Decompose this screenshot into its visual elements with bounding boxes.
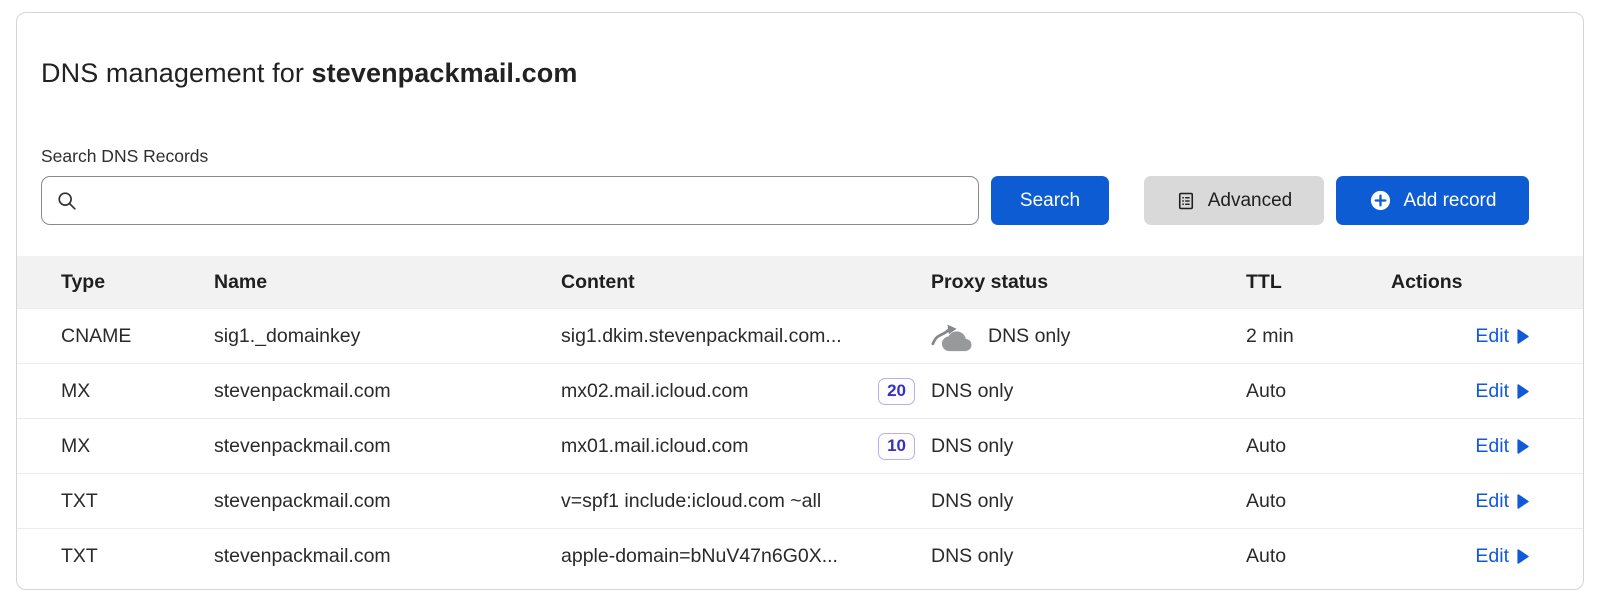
column-header-ttl: TTL xyxy=(1246,271,1391,294)
record-content: sig1.dkim.stevenpackmail.com... xyxy=(561,325,842,348)
table-row: CNAME sig1._domainkey sig1.dkim.stevenpa… xyxy=(17,308,1583,363)
search-box[interactable] xyxy=(41,176,979,225)
record-content: mx02.mail.icloud.com xyxy=(561,380,748,403)
dns-management-card: DNS management for stevenpackmail.com Se… xyxy=(16,12,1584,590)
record-ttl: Auto xyxy=(1246,545,1391,568)
search-input[interactable] xyxy=(88,190,964,211)
add-record-button[interactable]: Add record xyxy=(1336,176,1529,225)
record-type: TXT xyxy=(61,490,214,513)
advanced-button[interactable]: Advanced xyxy=(1144,176,1324,225)
page-title-domain: stevenpackmail.com xyxy=(312,58,578,88)
column-header-type: Type xyxy=(61,271,214,294)
record-content: v=spf1 include:icloud.com ~all xyxy=(561,490,821,513)
search-controls: Search Advanced Add record xyxy=(41,176,1529,225)
right-triangle-icon xyxy=(1516,494,1529,509)
add-record-button-label: Add record xyxy=(1404,190,1497,212)
proxy-status-label: DNS only xyxy=(931,380,1013,403)
search-button[interactable]: Search xyxy=(991,176,1109,225)
record-ttl: Auto xyxy=(1246,435,1391,458)
list-document-icon xyxy=(1176,191,1196,211)
edit-label: Edit xyxy=(1475,435,1509,458)
record-type: CNAME xyxy=(61,325,214,348)
edit-label: Edit xyxy=(1475,490,1509,513)
table-row: MX stevenpackmail.com mx01.mail.icloud.c… xyxy=(17,418,1583,473)
table-row: TXT stevenpackmail.com apple-domain=bNuV… xyxy=(17,528,1583,583)
page-title-prefix: DNS management for xyxy=(41,58,312,88)
record-name: stevenpackmail.com xyxy=(214,380,561,403)
dns-records-table: Type Name Content Proxy status TTL Actio… xyxy=(17,256,1583,583)
table-row: TXT stevenpackmail.com v=spf1 include:ic… xyxy=(17,473,1583,528)
edit-record-button[interactable]: Edit xyxy=(1475,380,1529,403)
advanced-button-label: Advanced xyxy=(1208,190,1293,212)
mx-priority-badge: 10 xyxy=(878,433,915,460)
plus-circle-icon xyxy=(1369,189,1392,212)
column-header-actions: Actions xyxy=(1391,271,1529,294)
edit-record-button[interactable]: Edit xyxy=(1475,435,1529,458)
column-header-proxy-status: Proxy status xyxy=(931,271,1246,294)
proxy-status-label: DNS only xyxy=(931,490,1013,513)
proxy-status-label: DNS only xyxy=(931,435,1013,458)
record-content: apple-domain=bNuV47n6G0X... xyxy=(561,545,838,568)
record-name: sig1._domainkey xyxy=(214,325,561,348)
column-header-content: Content xyxy=(561,271,931,294)
record-content: mx01.mail.icloud.com xyxy=(561,435,748,458)
record-type: MX xyxy=(61,435,214,458)
record-name: stevenpackmail.com xyxy=(214,490,561,513)
edit-record-button[interactable]: Edit xyxy=(1475,490,1529,513)
table-header-row: Type Name Content Proxy status TTL Actio… xyxy=(17,256,1583,308)
record-type: MX xyxy=(61,380,214,403)
edit-label: Edit xyxy=(1475,380,1509,403)
record-ttl: 2 min xyxy=(1246,325,1391,348)
right-triangle-icon xyxy=(1516,439,1529,454)
magnifier-icon xyxy=(56,190,78,212)
record-type: TXT xyxy=(61,545,214,568)
table-row: MX stevenpackmail.com mx02.mail.icloud.c… xyxy=(17,363,1583,418)
page-title: DNS management for stevenpackmail.com xyxy=(41,57,1559,89)
right-triangle-icon xyxy=(1516,549,1529,564)
right-triangle-icon xyxy=(1516,329,1529,344)
cloud-shape xyxy=(942,331,972,351)
search-label: Search DNS Records xyxy=(41,145,1559,167)
edit-record-button[interactable]: Edit xyxy=(1475,545,1529,568)
mx-priority-badge: 20 xyxy=(878,378,915,405)
record-ttl: Auto xyxy=(1246,380,1391,403)
proxy-status-label: DNS only xyxy=(931,545,1013,568)
record-name: stevenpackmail.com xyxy=(214,435,561,458)
column-header-name: Name xyxy=(214,271,561,294)
edit-label: Edit xyxy=(1475,545,1509,568)
edit-record-button[interactable]: Edit xyxy=(1475,325,1529,348)
gray-cloud-arrow-icon xyxy=(931,321,973,352)
record-ttl: Auto xyxy=(1246,490,1391,513)
right-triangle-icon xyxy=(1516,384,1529,399)
edit-label: Edit xyxy=(1475,325,1509,348)
record-name: stevenpackmail.com xyxy=(214,545,561,568)
proxy-status-label: DNS only xyxy=(988,325,1070,348)
